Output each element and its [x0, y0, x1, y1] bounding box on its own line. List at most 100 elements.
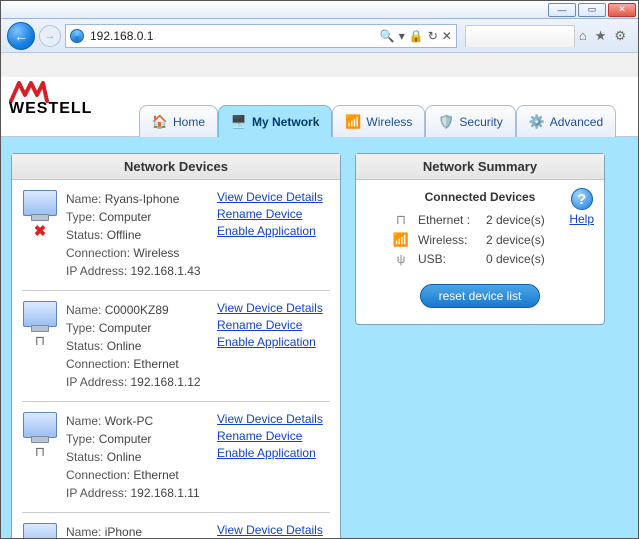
ie-icon: [70, 29, 84, 43]
browser-navbar: ← → 192.168.0.1 🔍 ▾ 🔒 ↻ ✕ ⌂ ★ ⚙: [1, 19, 638, 53]
stop-icon[interactable]: ✕: [442, 29, 452, 43]
ethernet-icon: ⊓: [35, 333, 45, 349]
network-devices-panel: Network Devices ✖Name: Ryans-IphoneType:…: [11, 153, 341, 538]
tab-wireless[interactable]: 📶 Wireless: [332, 105, 425, 137]
summary-row-wireless: 📶 Wireless: 2 device(s): [390, 232, 592, 248]
window-titlebar: — ▭ ✕: [1, 1, 638, 19]
summary-subtitle: Connected Devices: [368, 190, 592, 204]
device-links: View Device Details Rename Device Enable A…: [217, 412, 332, 502]
enable-application-link[interactable]: Enable Application: [217, 446, 316, 460]
view-device-details-link[interactable]: View Device Details: [217, 190, 323, 204]
tab-my-network[interactable]: 🖥️ My Network: [218, 105, 332, 137]
enable-application-link[interactable]: Enable Application: [217, 224, 316, 238]
device-info: Name: Ryans-IphoneType: ComputerStatus: …: [66, 190, 211, 280]
enable-application-link[interactable]: Enable Application: [217, 335, 316, 349]
tools-icon[interactable]: ⚙: [614, 28, 626, 44]
view-device-details-link[interactable]: View Device Details: [217, 412, 323, 426]
device-status: Online: [107, 450, 142, 464]
window-maximize-button[interactable]: ▭: [578, 3, 606, 17]
summary-wifi-value: 2 device(s): [486, 233, 592, 247]
summary-row-ethernet: ⊓ Ethernet : 2 device(s): [390, 212, 592, 228]
device-row: 📶Name: iPhoneType: ComputerStatus: Onlin…: [12, 513, 340, 538]
device-name: C0000KZ89: [105, 303, 169, 317]
window-minimize-button[interactable]: —: [548, 3, 576, 17]
device-row: ⊓Name: Work-PCType: ComputerStatus: Onli…: [12, 402, 340, 512]
tab-wireless-label: Wireless: [366, 115, 412, 129]
window-close-button[interactable]: ✕: [608, 3, 636, 17]
device-info: Name: iPhoneType: ComputerStatus: Online…: [66, 523, 211, 538]
dropdown-icon[interactable]: ▾: [399, 29, 405, 43]
summary-wifi-label: Wireless:: [418, 233, 480, 247]
device-status: Online: [107, 339, 142, 353]
tab-security[interactable]: 🛡️ Security: [425, 105, 515, 137]
device-info: Name: C0000KZ89Type: ComputerStatus: Onl…: [66, 301, 211, 391]
device-icon-column: ✖: [20, 190, 60, 280]
summary-row-usb: ψ USB: 0 device(s): [390, 252, 592, 266]
device-ip: 192.168.1.11: [131, 486, 200, 500]
rename-device-link[interactable]: Rename Device: [217, 207, 302, 221]
device-name: Ryans-Iphone: [105, 192, 180, 206]
help-block: ? Help: [569, 188, 594, 226]
computer-icon: [23, 412, 57, 438]
rename-device-link[interactable]: Rename Device: [217, 318, 302, 332]
devices-list: ✖ Name: Ryans-IphoneType: ComputerStatus:…: [12, 180, 340, 538]
tab-advanced[interactable]: ⚙️ Advanced: [516, 105, 616, 137]
help-icon[interactable]: ?: [571, 188, 593, 210]
status-offline-icon: ✖: [34, 222, 47, 240]
view-device-details-link[interactable]: View Device Details: [217, 301, 323, 315]
address-text: 192.168.0.1: [90, 29, 374, 43]
device-status: Offline: [107, 228, 141, 242]
lock-icon: 🔒: [409, 29, 424, 43]
address-icons: 🔍 ▾ 🔒 ↻ ✕: [380, 29, 452, 43]
address-bar[interactable]: 192.168.0.1 🔍 ▾ 🔒 ↻ ✕: [65, 24, 457, 48]
device-type: Computer: [99, 321, 152, 335]
device-icon-column: ⊓: [20, 301, 60, 391]
refresh-icon[interactable]: ↻: [428, 29, 438, 43]
network-tab-icon: 🖥️: [231, 114, 247, 130]
router-header: WESTELL 🏠 Home 🖥️ My Network 📶 Wireless …: [1, 77, 638, 137]
computer-icon: [23, 301, 57, 327]
computer-icon: [23, 523, 57, 538]
content-area: Network Devices ✖Name: Ryans-IphoneType:…: [1, 137, 638, 538]
device-icon-column: ⊓: [20, 412, 60, 502]
tab-security-label: Security: [459, 115, 502, 129]
computer-icon: [23, 190, 57, 216]
page-viewport: WESTELL 🏠 Home 🖥️ My Network 📶 Wireless …: [1, 77, 638, 538]
rename-device-link[interactable]: Rename Device: [217, 429, 302, 443]
usb-icon: ψ: [390, 252, 412, 266]
device-type: Computer: [99, 210, 152, 224]
device-links: View Device Details Rename Device Enable A…: [217, 190, 332, 280]
advanced-tab-icon: ⚙️: [529, 114, 545, 130]
view-device-details-link[interactable]: View Device Details: [217, 523, 323, 537]
brand-text: WESTELL: [9, 100, 92, 117]
help-link[interactable]: Help: [569, 212, 594, 226]
device-name: Work-PC: [105, 414, 153, 428]
tab-advanced-label: Advanced: [550, 115, 603, 129]
network-summary-title: Network Summary: [356, 154, 604, 180]
device-info: Name: Work-PCType: ComputerStatus: Onlin…: [66, 412, 211, 502]
wifi-icon: 📶: [390, 232, 412, 248]
device-links: View Device DetailsRename DeviceEnable A…: [217, 523, 332, 538]
summary-body: ? Help Connected Devices ⊓ Ethernet : 2 …: [356, 180, 604, 324]
reset-device-list-button[interactable]: reset device list: [420, 284, 541, 308]
nav-back-button[interactable]: ←: [7, 22, 35, 50]
home-tab-icon: 🏠: [152, 114, 168, 130]
device-row: ✖ Name: Ryans-IphoneType: ComputerStatus:…: [12, 180, 340, 290]
device-ip: 192.168.1.43: [131, 264, 201, 278]
tab-home-label: Home: [173, 115, 205, 129]
nav-forward-button[interactable]: →: [39, 25, 61, 47]
device-connection: Wireless: [133, 246, 179, 260]
wireless-tab-icon: 📶: [345, 114, 361, 130]
device-row: ⊓ Name: C0000KZ89Type: ComputerStatus: On…: [12, 291, 340, 401]
device-connection: Ethernet: [133, 357, 178, 371]
search-icon[interactable]: 🔍: [380, 29, 395, 43]
favorites-icon[interactable]: ★: [595, 28, 607, 44]
summary-usb-label: USB:: [418, 252, 480, 266]
summary-usb-value: 0 device(s): [486, 252, 592, 266]
browser-tab[interactable]: [465, 25, 575, 47]
ethernet-icon: ⊓: [390, 212, 412, 228]
network-summary-panel: Network Summary ? Help Connected Devices…: [355, 153, 605, 325]
device-type: Computer: [99, 432, 152, 446]
home-icon[interactable]: ⌂: [579, 28, 587, 43]
tab-home[interactable]: 🏠 Home: [139, 105, 218, 137]
